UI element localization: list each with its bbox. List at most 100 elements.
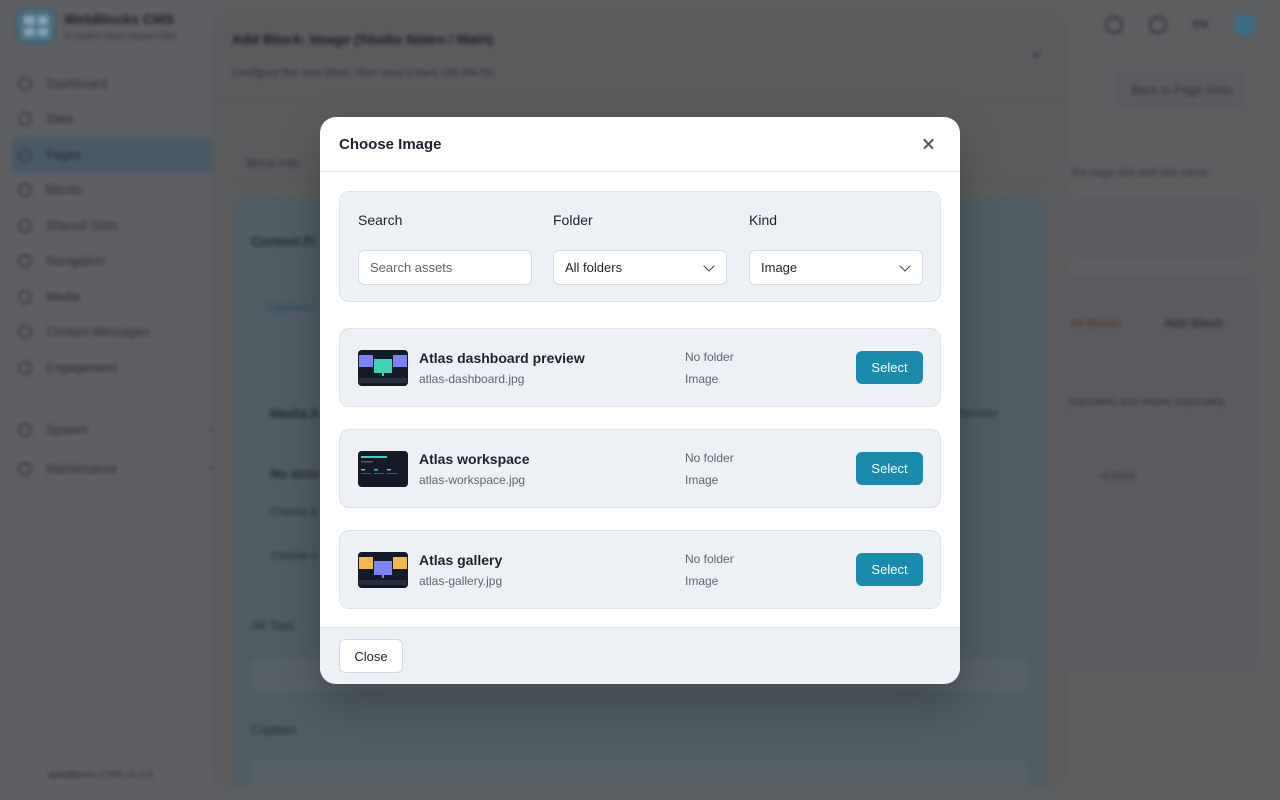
close-icon[interactable]: ×	[1032, 47, 1041, 65]
sidebar-nav: Dashboard Sites Pages Blocks Shared Slot…	[10, 66, 220, 386]
sidebar-item-sites[interactable]: Sites	[18, 102, 214, 138]
alt-text-label: Alt Text	[251, 618, 294, 633]
kind-select[interactable]: Image	[749, 250, 923, 285]
sidebar-item-label: Pages	[46, 147, 82, 162]
sidebar-group-maintenance[interactable]: Maintenance ▾	[18, 462, 214, 476]
language-selector[interactable]: EN	[1193, 19, 1208, 31]
add-block-button[interactable]: Add Block	[1164, 316, 1223, 330]
dashboard-icon	[18, 76, 32, 91]
sidebar-item-label: Media	[46, 289, 81, 304]
sidebar-item-navigation[interactable]: Navigation	[18, 244, 214, 280]
sidebar-item-blocks[interactable]: Blocks	[18, 173, 214, 209]
slots-icon	[18, 218, 32, 233]
sidebar-item-label: Blocks	[46, 183, 83, 198]
sidebar-item-contact-messages[interactable]: Contact Messages	[18, 315, 214, 351]
mail-icon	[18, 325, 32, 340]
media-icon	[18, 289, 32, 304]
version-label: WebBlocks CMS v0.0.9	[48, 770, 153, 781]
blocks-icon	[18, 183, 32, 198]
remove-button[interactable]: Remove	[957, 408, 998, 420]
asset-thumbnail	[358, 451, 408, 487]
sidebar-group-system[interactable]: System ▾	[18, 423, 214, 437]
page-icon	[18, 147, 32, 162]
brand: WebBlocks CMS A modern block-based CMS	[16, 8, 176, 44]
no-asset-text: No asse	[270, 466, 320, 481]
caption-tag: Caption a	[266, 300, 318, 314]
actions-header: Actions	[1100, 470, 1137, 482]
help-icon[interactable]	[1148, 16, 1167, 34]
asset-kind: Image	[685, 574, 719, 588]
navigation-icon	[18, 254, 32, 269]
sidebar-item-pages[interactable]: Pages	[10, 137, 220, 173]
choose-hint: Choose a	[270, 506, 318, 518]
sidebar-group-label: System	[46, 423, 88, 437]
system-icon	[18, 423, 32, 437]
close-icon[interactable]	[920, 135, 938, 153]
caption-label: Caption	[251, 722, 296, 737]
wrench-icon	[18, 462, 32, 476]
search-label: Search	[358, 212, 403, 228]
asset-thumbnail	[358, 552, 408, 588]
asset-kind: Image	[685, 473, 719, 487]
asset-filename: atlas-gallery.jpg	[419, 574, 503, 588]
background-panel	[1062, 278, 1256, 668]
sidebar-item-label: Engagement	[46, 360, 117, 375]
modal-footer: Close	[320, 627, 960, 684]
sidebar-item-media[interactable]: Media	[18, 279, 214, 315]
asset-row: Atlas gallery atlas-gallery.jpg No folde…	[339, 530, 941, 609]
asset-filename: atlas-dashboard.jpg	[419, 372, 525, 386]
folder-select[interactable]: All folders	[553, 250, 727, 285]
avatar[interactable]	[1234, 14, 1256, 36]
add-block-title: Add Block: Image (Studio Notes / Main)	[232, 31, 494, 47]
search-input[interactable]	[358, 250, 532, 285]
rocket-icon[interactable]	[1104, 16, 1123, 34]
all-blocks-link[interactable]: All Blocks	[1070, 316, 1122, 330]
add-block-subtitle: Configure the new block, then save it ba…	[232, 67, 498, 79]
sidebar-item-label: Navigation	[46, 254, 106, 269]
sidebar-item-engagement[interactable]: Engagement	[18, 350, 214, 386]
sidebar-group-label: Maintenance	[46, 462, 118, 476]
sidebar: WebBlocks CMS A modern block-based CMS D…	[0, 0, 220, 800]
sidebar-item-dashboard[interactable]: Dashboard	[18, 66, 214, 102]
select-button[interactable]: Select	[856, 553, 923, 586]
caption-input[interactable]	[251, 760, 1027, 786]
modal-header: Choose Image	[320, 117, 960, 172]
sidebar-item-label: Sites	[46, 112, 74, 127]
background-panel	[1062, 200, 1256, 256]
asset-folder: No folder	[685, 350, 734, 364]
brand-logo-icon	[16, 8, 56, 44]
sidebar-item-label: Contact Messages	[46, 325, 150, 340]
folder-select-value: All folders	[565, 260, 623, 275]
tab-block-info[interactable]: Block Info	[246, 156, 299, 170]
sidebar-item-label: Dashboard	[46, 76, 108, 91]
folder-label: Folder	[553, 212, 593, 228]
asset-folder: No folder	[685, 451, 734, 465]
asset-row: Atlas dashboard preview atlas-dashboard.…	[339, 328, 941, 407]
asset-filename: atlas-workspace.jpg	[419, 473, 526, 487]
hint-text: the page slot and slot name.	[1072, 167, 1211, 179]
filters-panel: Search Folder All folders Kind Image	[339, 191, 941, 302]
asset-name: Atlas workspace	[419, 451, 530, 467]
brand-title: WebBlocks CMS	[64, 11, 175, 27]
asset-name: Atlas dashboard preview	[419, 350, 585, 366]
modal-title: Choose Image	[339, 136, 442, 153]
topbar: EN	[1104, 14, 1256, 36]
globe-icon	[18, 112, 32, 127]
select-button[interactable]: Select	[856, 351, 923, 384]
chevron-down-icon	[899, 260, 911, 272]
back-to-page-slots-button[interactable]: Back to Page Slots	[1118, 74, 1246, 106]
kind-label: Kind	[749, 212, 778, 228]
asset-kind: Image	[685, 372, 719, 386]
choose-image-modal: Choose Image Search Folder All folders K…	[320, 117, 960, 684]
kind-select-value: Image	[761, 260, 798, 275]
select-button[interactable]: Select	[856, 452, 923, 485]
brand-subtitle: A modern block-based CMS	[64, 31, 177, 41]
content-fields-title: Content Fi	[251, 234, 316, 249]
asset-folder: No folder	[685, 552, 734, 566]
engagement-icon	[18, 360, 32, 375]
close-button[interactable]: Close	[339, 639, 403, 673]
choose-hint: Choose a	[270, 550, 318, 562]
sidebar-item-shared-slots[interactable]: Shared Slots	[18, 208, 214, 244]
sidebar-item-label: Shared Slots	[46, 218, 118, 233]
asset-thumbnail	[358, 350, 408, 386]
